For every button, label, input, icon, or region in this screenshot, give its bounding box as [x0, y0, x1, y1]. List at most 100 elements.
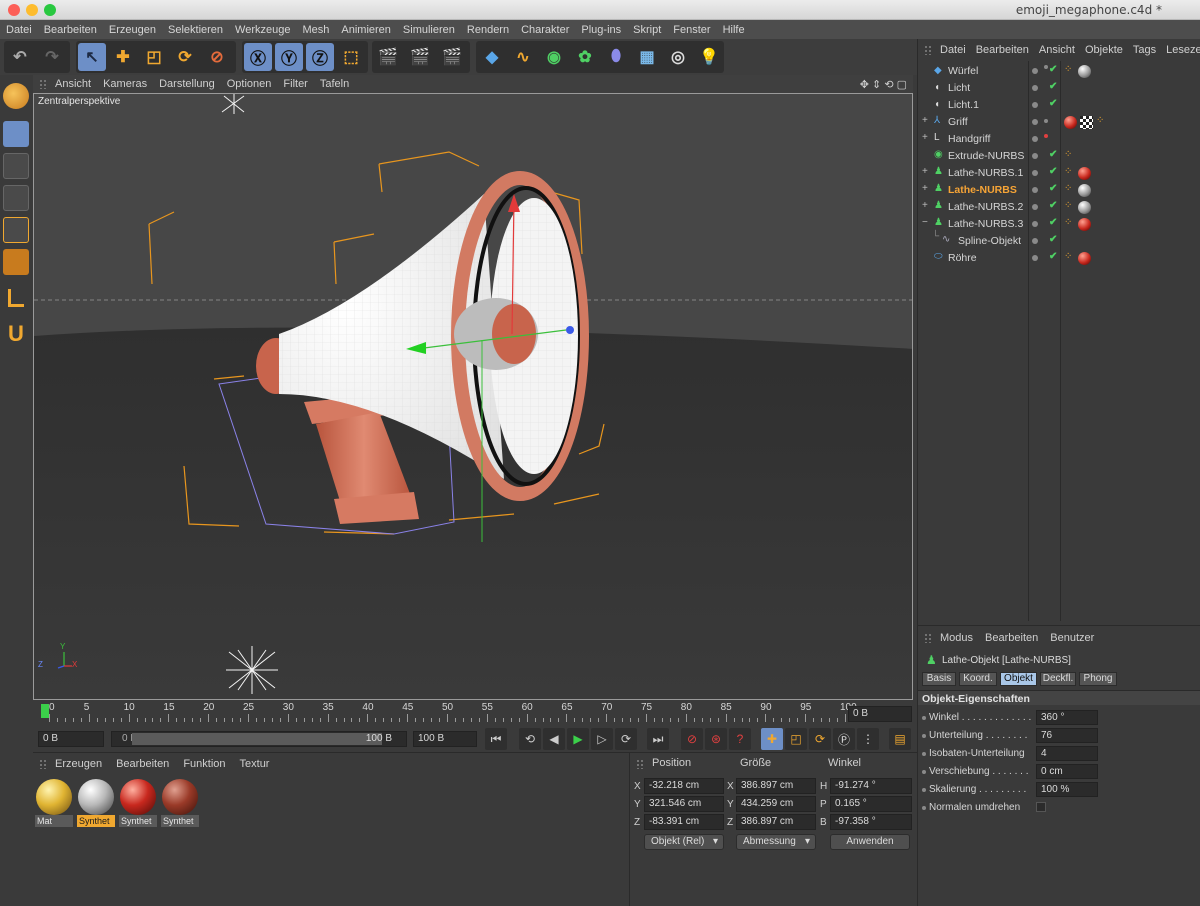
enabled-check-icon[interactable]: ✔ — [1049, 234, 1057, 245]
snap-magnet-icon[interactable]: U — [3, 321, 29, 347]
current-frame-field[interactable]: 0 B — [848, 706, 912, 722]
position-y-field[interactable]: 321.546 cm — [644, 796, 724, 812]
phong-tag-icon[interactable]: ⁘ — [1064, 251, 1072, 262]
end-frame-field[interactable]: 100 B — [413, 731, 477, 747]
mat-menu-erzeugen[interactable]: Erzeugen — [55, 758, 102, 770]
select-tool-icon[interactable]: ↖ — [78, 43, 106, 71]
workplane-icon[interactable] — [3, 83, 29, 109]
camera-icon[interactable]: ◎ — [664, 43, 692, 71]
expand-icon[interactable]: + — [922, 115, 928, 126]
vp-menu-ansicht[interactable]: Ansicht — [55, 78, 91, 90]
axis-mode-icon[interactable] — [8, 289, 24, 307]
expand-icon[interactable]: + — [922, 200, 928, 211]
expand-icon[interactable]: + — [922, 166, 928, 177]
menu-charakter[interactable]: Charakter — [521, 24, 569, 36]
obj-menu-bearbeiten[interactable]: Bearbeiten — [976, 44, 1029, 56]
menu-mesh[interactable]: Mesh — [302, 24, 329, 36]
enabled-check-icon[interactable]: ✔ — [1049, 183, 1057, 194]
coordinate-mode-dropdown[interactable]: Objekt (Rel) ▾ — [644, 834, 724, 850]
visibility-dot[interactable] — [1032, 136, 1038, 142]
material-tag-icon[interactable] — [1078, 184, 1091, 197]
vp-menu-darstellung[interactable]: Darstellung — [159, 78, 215, 90]
material-tag-icon[interactable] — [1078, 167, 1091, 180]
3d-viewport[interactable]: Zentralperspektive Y Z X — [33, 93, 913, 700]
winkel-field[interactable]: 360 ° — [1036, 710, 1098, 725]
points-mode-icon[interactable] — [3, 185, 29, 211]
material-tag-icon[interactable] — [1064, 116, 1077, 129]
apply-button[interactable]: Anwenden — [830, 834, 910, 850]
menu-werkzeuge[interactable]: Werkzeuge — [235, 24, 290, 36]
visibility-dot[interactable] — [1032, 153, 1038, 159]
visibility-dot[interactable] — [1032, 204, 1038, 210]
vp-menu-kameras[interactable]: Kameras — [103, 78, 147, 90]
floor-icon[interactable]: ▦ — [633, 43, 661, 71]
recent-tool-icon[interactable]: ⊘ — [203, 43, 231, 71]
timeline-playhead[interactable] — [41, 704, 49, 718]
menu-animieren[interactable]: Animieren — [341, 24, 391, 36]
object-row[interactable]: ◖ Licht ✔ — [918, 80, 1200, 97]
mat-menu-textur[interactable]: Textur — [240, 758, 270, 770]
array-icon[interactable]: ✿ — [571, 43, 599, 71]
rotation-p-field[interactable]: 0.165 ° — [830, 796, 912, 812]
phong-tag-icon[interactable]: ⁘ — [1064, 200, 1072, 211]
attr-menu-bearbeiten[interactable]: Bearbeiten — [985, 632, 1038, 644]
position-z-field[interactable]: -83.391 cm — [644, 814, 724, 830]
checker-tag-icon[interactable] — [1080, 116, 1093, 129]
obj-menu-tags[interactable]: Tags — [1133, 44, 1156, 56]
material-tag-icon[interactable] — [1078, 252, 1091, 265]
visibility-dot[interactable] — [1032, 255, 1038, 261]
spline-icon[interactable]: ∿ — [509, 43, 537, 71]
menu-bearbeiten[interactable]: Bearbeiten — [44, 24, 97, 36]
enabled-check-icon[interactable]: ✔ — [1049, 98, 1057, 109]
phong-tag-icon[interactable]: ⁘ — [1064, 149, 1072, 160]
menu-plugins[interactable]: Plug-ins — [581, 24, 621, 36]
expand-icon[interactable]: + — [922, 132, 928, 143]
rotation-h-field[interactable]: -91.274 ° — [830, 778, 912, 794]
enabled-check-icon[interactable]: ✔ — [1049, 251, 1057, 262]
visibility-dot[interactable] — [1032, 187, 1038, 193]
enabled-check-icon[interactable]: ✔ — [1049, 166, 1057, 177]
object-row[interactable]: − ♟ Lathe-NURBS.3 ✔ ⁘ — [918, 216, 1200, 233]
model-mode-icon[interactable] — [3, 121, 29, 147]
enabled-check-icon[interactable]: ✔ — [1049, 81, 1057, 92]
obj-menu-datei[interactable]: Datei — [940, 44, 966, 56]
autokey-icon[interactable]: ⊛ — [705, 728, 727, 750]
enabled-check-icon[interactable]: ✔ — [1049, 149, 1057, 160]
phong-tag-icon[interactable]: ⁘ — [1064, 166, 1072, 177]
undo-icon[interactable]: ↶ — [6, 43, 34, 71]
size-x-field[interactable]: 386.897 cm — [736, 778, 816, 794]
skalierung-field[interactable]: 100 % — [1036, 782, 1098, 797]
key-rotation-icon[interactable]: ⟳ — [809, 728, 831, 750]
menu-datei[interactable]: Datei — [6, 24, 32, 36]
close-window-button[interactable] — [8, 4, 20, 16]
object-row[interactable]: + ⅄ Griff ⁘ — [918, 114, 1200, 131]
visibility-dot[interactable] — [1032, 68, 1038, 74]
material-swatch[interactable]: Synthet — [119, 777, 157, 827]
preview-range-slider[interactable]: 0 B 100 B — [111, 731, 407, 747]
object-row[interactable]: ◉ Extrude-NURBS ✔ ⁘ — [918, 148, 1200, 165]
timeline-window-icon[interactable]: ▤ — [889, 728, 911, 750]
material-swatch[interactable]: Mat — [35, 777, 73, 827]
menu-fenster[interactable]: Fenster — [673, 24, 710, 36]
key-pla-icon[interactable]: ⋮ — [857, 728, 879, 750]
phong-tag-icon[interactable]: ⁘ — [1096, 115, 1104, 126]
vp-menu-filter[interactable]: Filter — [283, 78, 307, 90]
attr-menu-modus[interactable]: Modus — [940, 632, 973, 644]
render-settings-icon[interactable]: 🎬 — [438, 43, 466, 71]
nurbs-icon[interactable]: ◉ — [540, 43, 568, 71]
menu-selektieren[interactable]: Selektieren — [168, 24, 223, 36]
menu-rendern[interactable]: Rendern — [467, 24, 509, 36]
cube-primitive-icon[interactable]: ◆ — [478, 43, 506, 71]
tab-objekt[interactable]: Objekt — [1000, 672, 1037, 686]
record-keys-icon[interactable]: ⊘ — [681, 728, 703, 750]
material-tag-icon[interactable] — [1078, 218, 1091, 231]
scale-tool-icon[interactable]: ◰ — [140, 43, 168, 71]
next-key-icon[interactable]: ⟳ — [615, 728, 637, 750]
material-tag-icon[interactable] — [1078, 201, 1091, 214]
move-tool-icon[interactable]: ✚ — [109, 43, 137, 71]
mat-menu-funktion[interactable]: Funktion — [183, 758, 225, 770]
visibility-dot[interactable] — [1032, 85, 1038, 91]
visibility-dot[interactable] — [1032, 238, 1038, 244]
render-view-icon[interactable]: 🎬 — [374, 43, 402, 71]
object-row[interactable]: + L Handgriff — [918, 131, 1200, 148]
